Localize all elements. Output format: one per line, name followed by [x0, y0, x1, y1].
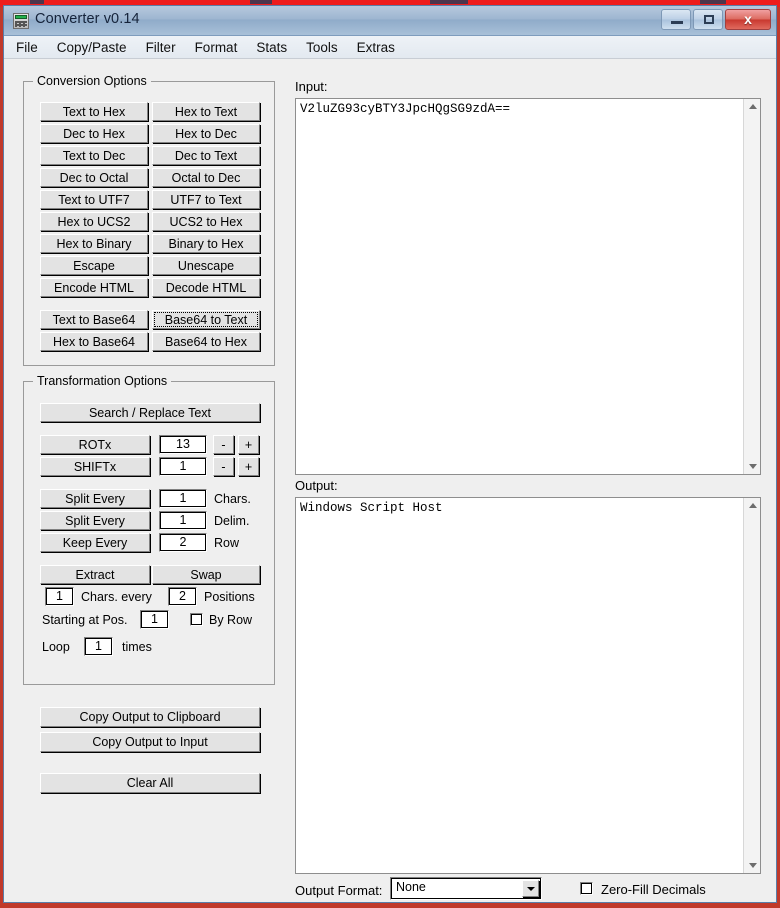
keep-every-input[interactable]: 2 — [159, 533, 207, 552]
rotx-decrement-button[interactable]: - — [213, 435, 234, 454]
input-vertical-scrollbar[interactable] — [743, 99, 760, 474]
button-keep-every[interactable]: Keep Every — [40, 533, 150, 552]
button-search-replace-text[interactable]: Search / Replace Text — [40, 403, 260, 422]
menu-item-file[interactable]: File — [16, 39, 48, 56]
shiftx-increment-button[interactable]: + — [238, 457, 259, 476]
shiftx-value-input[interactable]: 1 — [159, 457, 207, 476]
menu-item-format[interactable]: Format — [195, 39, 248, 56]
positions-label: Positions — [204, 590, 255, 604]
shiftx-decrement-button[interactable]: - — [213, 457, 234, 476]
maximize-button[interactable] — [693, 9, 723, 30]
caption-buttons: x — [661, 9, 771, 30]
button-hex-to-ucs2[interactable]: Hex to UCS2 — [40, 212, 148, 231]
output-label: Output: — [295, 478, 338, 493]
input-label: Input: — [295, 79, 328, 94]
button-shiftx[interactable]: SHIFTx — [40, 457, 150, 476]
extract-positions-input[interactable]: 2 — [168, 587, 197, 606]
rotx-value-input[interactable]: 13 — [159, 435, 207, 454]
close-icon: x — [726, 10, 770, 29]
loop-label: Loop — [42, 640, 70, 654]
button-unescape[interactable]: Unescape — [152, 256, 260, 275]
menu-item-copy-paste[interactable]: Copy/Paste — [57, 39, 137, 56]
window-title: Converter v0.14 — [35, 11, 140, 27]
button-hex-to-dec[interactable]: Hex to Dec — [152, 124, 260, 143]
minimize-button[interactable] — [661, 9, 691, 30]
transformation-options-title: Transformation Options — [33, 374, 171, 388]
button-utf7-to-text[interactable]: UTF7 to Text — [152, 190, 260, 209]
button-base64-to-hex[interactable]: Base64 to Hex — [152, 332, 260, 351]
menu-item-stats[interactable]: Stats — [256, 39, 297, 56]
button-encode-html[interactable]: Encode HTML — [40, 278, 148, 297]
by-row-label: By Row — [209, 613, 252, 627]
button-octal-to-dec[interactable]: Octal to Dec — [152, 168, 260, 187]
output-format-value: None — [396, 880, 426, 894]
button-decode-html[interactable]: Decode HTML — [152, 278, 260, 297]
button-clear-all[interactable]: Clear All — [40, 773, 260, 793]
split-every-delim-input[interactable]: 1 — [159, 511, 207, 530]
output-format-select[interactable]: None — [390, 877, 542, 900]
scroll-up-icon[interactable] — [744, 498, 761, 514]
button-split-every-chars[interactable]: Split Every — [40, 489, 150, 508]
output-format-label: Output Format: — [295, 883, 382, 898]
chars-every-label: Chars. every — [81, 590, 152, 604]
button-text-to-base64[interactable]: Text to Base64 — [40, 310, 148, 329]
input-textarea-panel: V2luZG93cyBTY3JpcHQgSG9zdA== — [295, 98, 761, 475]
button-hex-to-text[interactable]: Hex to Text — [152, 102, 260, 121]
button-text-to-hex[interactable]: Text to Hex — [40, 102, 148, 121]
button-rotx[interactable]: ROTx — [40, 435, 150, 454]
button-copy-output-to-input[interactable]: Copy Output to Input — [40, 732, 260, 752]
split-every-chars-unit-label: Chars. — [214, 492, 251, 506]
scroll-down-icon[interactable] — [744, 458, 761, 474]
close-button[interactable]: x — [725, 9, 771, 30]
button-escape[interactable]: Escape — [40, 256, 148, 275]
button-copy-output-to-clipboard[interactable]: Copy Output to Clipboard — [40, 707, 260, 727]
keep-every-unit-label: Row — [214, 536, 239, 550]
by-row-checkbox[interactable] — [190, 613, 203, 626]
starting-at-pos-label: Starting at Pos. — [42, 613, 127, 627]
times-label: times — [122, 640, 152, 654]
client-area: Conversion Options Text to Hex Hex to Te… — [4, 59, 776, 902]
menu-item-tools[interactable]: Tools — [306, 39, 348, 56]
button-ucs2-to-hex[interactable]: UCS2 to Hex — [152, 212, 260, 231]
scroll-up-icon[interactable] — [744, 99, 761, 115]
title-bar: Converter v0.14 x — [4, 6, 776, 36]
button-text-to-dec[interactable]: Text to Dec — [40, 146, 148, 165]
zero-fill-decimals-checkbox[interactable] — [580, 882, 593, 895]
output-vertical-scrollbar[interactable] — [743, 498, 760, 873]
starting-at-pos-input[interactable]: 1 — [140, 610, 169, 629]
button-dec-to-octal[interactable]: Dec to Octal — [40, 168, 148, 187]
button-binary-to-hex[interactable]: Binary to Hex — [152, 234, 260, 253]
calculator-icon — [13, 13, 29, 29]
button-base64-to-text[interactable]: Base64 to Text — [152, 310, 260, 329]
output-textarea-panel: Windows Script Host — [295, 497, 761, 874]
split-every-chars-input[interactable]: 1 — [159, 489, 207, 508]
menu-item-extras[interactable]: Extras — [357, 39, 405, 56]
button-text-to-utf7[interactable]: Text to UTF7 — [40, 190, 148, 209]
zero-fill-decimals-label: Zero-Fill Decimals — [601, 882, 706, 897]
screenshot-root: Converter v0.14 x File Copy/Paste Filter… — [0, 0, 780, 908]
split-every-delim-unit-label: Delim. — [214, 514, 249, 528]
button-dec-to-hex[interactable]: Dec to Hex — [40, 124, 148, 143]
extract-chars-input[interactable]: 1 — [45, 587, 74, 606]
scroll-down-icon[interactable] — [744, 857, 761, 873]
button-extract[interactable]: Extract — [40, 565, 150, 584]
menu-bar: File Copy/Paste Filter Format Stats Tool… — [4, 36, 776, 59]
button-hex-to-binary[interactable]: Hex to Binary — [40, 234, 148, 253]
menu-item-filter[interactable]: Filter — [146, 39, 186, 56]
button-hex-to-base64[interactable]: Hex to Base64 — [40, 332, 148, 351]
rotx-increment-button[interactable]: + — [238, 435, 259, 454]
button-dec-to-text[interactable]: Dec to Text — [152, 146, 260, 165]
maximize-icon — [704, 15, 714, 24]
input-textarea[interactable]: V2luZG93cyBTY3JpcHQgSG9zdA== — [300, 102, 741, 117]
output-textarea[interactable]: Windows Script Host — [300, 501, 741, 516]
converter-window: Converter v0.14 x File Copy/Paste Filter… — [3, 5, 777, 903]
button-split-every-delim[interactable]: Split Every — [40, 511, 150, 530]
chevron-down-icon[interactable] — [522, 880, 539, 897]
loop-times-input[interactable]: 1 — [84, 637, 113, 656]
conversion-options-title: Conversion Options — [33, 74, 151, 88]
minimize-icon — [671, 21, 683, 24]
button-swap[interactable]: Swap — [152, 565, 260, 584]
